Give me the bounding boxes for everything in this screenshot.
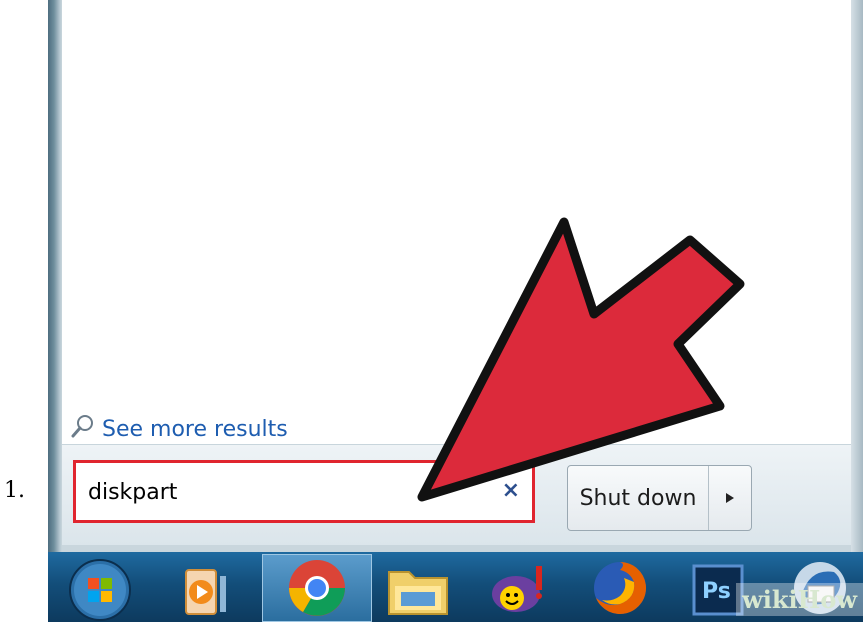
right-pane-edge xyxy=(851,0,863,552)
windows-logo-icon[interactable] xyxy=(68,558,132,626)
chrome-icon[interactable] xyxy=(287,558,347,622)
list-number: 1. xyxy=(4,478,25,503)
svg-text:Ps: Ps xyxy=(702,579,731,604)
see-more-results-link[interactable]: See more results xyxy=(70,413,288,445)
wikihow-watermark: wikiHow xyxy=(736,583,863,616)
yahoo-messenger-icon[interactable] xyxy=(486,562,552,622)
magnifier-icon xyxy=(70,413,96,445)
folder-icon[interactable] xyxy=(385,562,451,622)
media-player-icon[interactable] xyxy=(182,566,238,622)
annotation-arrow xyxy=(417,217,745,502)
see-more-results-label: See more results xyxy=(102,416,288,442)
firefox-icon[interactable] xyxy=(590,558,650,622)
